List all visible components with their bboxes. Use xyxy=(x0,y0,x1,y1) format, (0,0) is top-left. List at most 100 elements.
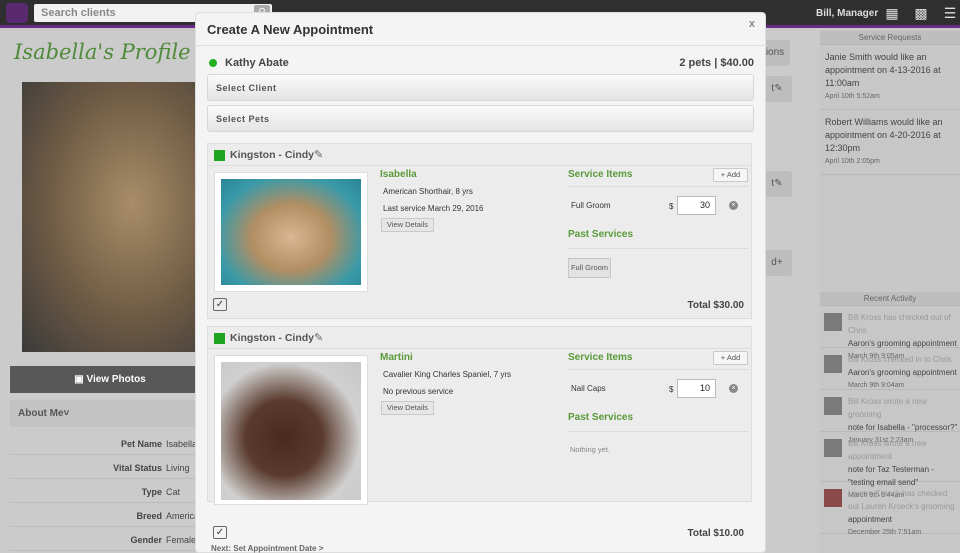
service-item-name: Full Groom xyxy=(571,201,611,210)
profile-title: Isabella's Profile xyxy=(14,40,191,64)
create-appointment-modal: Create A New Appointment x Kathy Abate 2… xyxy=(195,12,767,553)
field-value: Female xyxy=(166,535,197,545)
edit-button-2[interactable]: t✎ xyxy=(762,171,792,197)
menu-icon[interactable]: ☰ xyxy=(940,4,960,22)
pencil-icon[interactable]: ✎ xyxy=(314,331,323,344)
activity-item[interactable]: Bill Kross has checked out of Chris Aaron… xyxy=(820,306,960,360)
activity-actor: Bill Kross has checked out of Chris xyxy=(848,313,951,335)
view-details-button[interactable]: View Details xyxy=(381,218,434,232)
service-requests-panel: Service Requests Janie Smith would like … xyxy=(820,31,960,289)
activity-item[interactable]: Bill Kross wrote a new grooming note for … xyxy=(820,390,960,444)
remove-icon[interactable]: × xyxy=(729,201,738,210)
groomer-label: Kingston - Cindy xyxy=(230,332,314,344)
currency-symbol: $ xyxy=(669,385,674,394)
pet-photo xyxy=(221,179,361,285)
client-summary-row: Kathy Abate 2 pets | $40.00 xyxy=(207,57,754,71)
pencil-icon: ✎ xyxy=(774,178,783,189)
field-label: Type xyxy=(141,487,162,497)
view-photos-button[interactable]: ▣ View Photos xyxy=(10,366,210,393)
add-service-button[interactable]: + Add xyxy=(713,351,748,365)
divider xyxy=(568,186,748,187)
profile-photo xyxy=(22,82,222,352)
about-me-label: About Me xyxy=(18,408,64,419)
edit-button[interactable]: t✎ xyxy=(762,76,792,102)
cash-register-icon[interactable]: ▩ xyxy=(911,4,931,22)
avatar xyxy=(824,397,842,415)
profile-field-row: Vital Status Living xyxy=(10,457,210,479)
activity-actor: Lauren Kroeck has checked out Lauren Kro… xyxy=(848,489,955,511)
close-icon[interactable]: x xyxy=(749,18,755,30)
add-button-bg[interactable]: d+ xyxy=(762,250,792,276)
past-services-heading: Past Services xyxy=(568,229,634,240)
field-value: Living xyxy=(166,463,190,473)
request-date: April 10th 2:05pm xyxy=(825,158,880,165)
pet-total: Total $10.00 xyxy=(687,528,744,539)
activity-actor: Bill Kross checked in to Chris xyxy=(848,355,952,364)
pet-photo-frame xyxy=(214,172,368,292)
pet-name[interactable]: Isabella xyxy=(380,169,417,180)
service-price-input[interactable]: 10 xyxy=(677,379,716,398)
profile-field-row: Pet Name Isabella xyxy=(10,433,210,455)
recent-activity-panel: Recent Activity Bill Kross has checked o… xyxy=(820,292,960,553)
pet-photo-frame xyxy=(214,355,368,505)
request-date: April 10th 5:52am xyxy=(825,93,880,100)
next-step-link[interactable]: Next: Set Appointment Date > xyxy=(211,544,323,553)
pet-name[interactable]: Martini xyxy=(380,352,413,363)
field-label: Vital Status xyxy=(113,463,162,473)
service-item-name: Nail Caps xyxy=(571,384,606,393)
status-dot-icon xyxy=(209,59,217,67)
service-requests-header: Service Requests xyxy=(820,31,960,45)
pet-breed: Cavalier King Charles Spaniel, 7 yrs xyxy=(383,370,512,379)
last-service: No previous service xyxy=(383,387,454,396)
activity-text: appointment xyxy=(848,515,893,524)
pet-card-header: Kingston - Cindy ✎ xyxy=(208,327,753,349)
avatar xyxy=(824,439,842,457)
activity-text: Aaron's grooming appointment xyxy=(848,368,957,377)
add-service-button[interactable]: + Add xyxy=(713,168,748,182)
recent-activity-header: Recent Activity xyxy=(820,292,960,306)
service-price-input[interactable]: 30 xyxy=(677,196,716,215)
past-services-empty: Nothing yet. xyxy=(570,445,611,454)
pet-appointment-card: Kingston - Cindy ✎ Isabella American Sho… xyxy=(207,143,753,319)
plus-icon: + xyxy=(776,257,783,268)
pet-card-header: Kingston - Cindy ✎ xyxy=(208,144,753,166)
activity-actor: Bill Kross wrote a new appointment xyxy=(848,439,927,461)
field-label: Breed xyxy=(136,511,162,521)
service-items-heading: Service Items xyxy=(568,352,633,363)
activity-actor: Bill Kross wrote a new grooming xyxy=(848,397,927,419)
past-service-tag[interactable]: Full Groom xyxy=(568,258,611,278)
select-pets-bar[interactable]: Select Pets xyxy=(207,105,754,132)
logo-icon[interactable] xyxy=(6,3,28,23)
about-me-header[interactable]: About Me˅ xyxy=(10,400,210,427)
modal-title: Create A New Appointment xyxy=(207,22,374,37)
avatar xyxy=(824,355,842,373)
activity-date: December 25th 7:51am xyxy=(848,529,922,536)
pencil-icon[interactable]: ✎ xyxy=(314,148,323,161)
activity-item[interactable]: Lauren Kroeck has checked out Lauren Kro… xyxy=(820,482,960,536)
profile-field-row: Gender Female xyxy=(10,529,210,551)
profile-field-row: Breed American xyxy=(10,505,210,527)
add-label: Add xyxy=(726,170,741,179)
groomer-color-icon xyxy=(214,150,225,161)
service-request-item[interactable]: Robert Williams would like an appointmen… xyxy=(820,110,960,175)
checkbox-icon[interactable]: ✓ xyxy=(213,298,227,311)
avatar xyxy=(824,313,842,331)
divider xyxy=(196,45,767,46)
activity-item[interactable]: Bill Kross checked in to Chris Aaron's gr… xyxy=(820,348,960,390)
activity-item[interactable]: Bill Kross wrote a new appointment note f… xyxy=(820,432,960,499)
image-icon: ▣ xyxy=(74,374,87,385)
user-label[interactable]: Bill, Manager xyxy=(816,8,878,19)
request-text: Robert Williams would like an appointmen… xyxy=(825,117,943,153)
field-label: Gender xyxy=(130,535,162,545)
client-summary: 2 pets | $40.00 xyxy=(679,57,754,69)
past-services-heading: Past Services xyxy=(568,412,634,423)
last-service: Last service March 29, 2016 xyxy=(383,204,484,213)
select-client-bar[interactable]: Select Client xyxy=(207,74,754,101)
view-details-button[interactable]: View Details xyxy=(381,401,434,415)
service-request-item[interactable]: Janie Smith would like an appointment on… xyxy=(820,45,960,110)
client-name: Kathy Abate xyxy=(225,57,289,69)
checkbox-icon[interactable]: ✓ xyxy=(213,526,227,539)
pencil-icon: ✎ xyxy=(774,83,783,94)
remove-icon[interactable]: × xyxy=(729,384,738,393)
calendar-icon[interactable]: ▦ xyxy=(882,4,902,22)
